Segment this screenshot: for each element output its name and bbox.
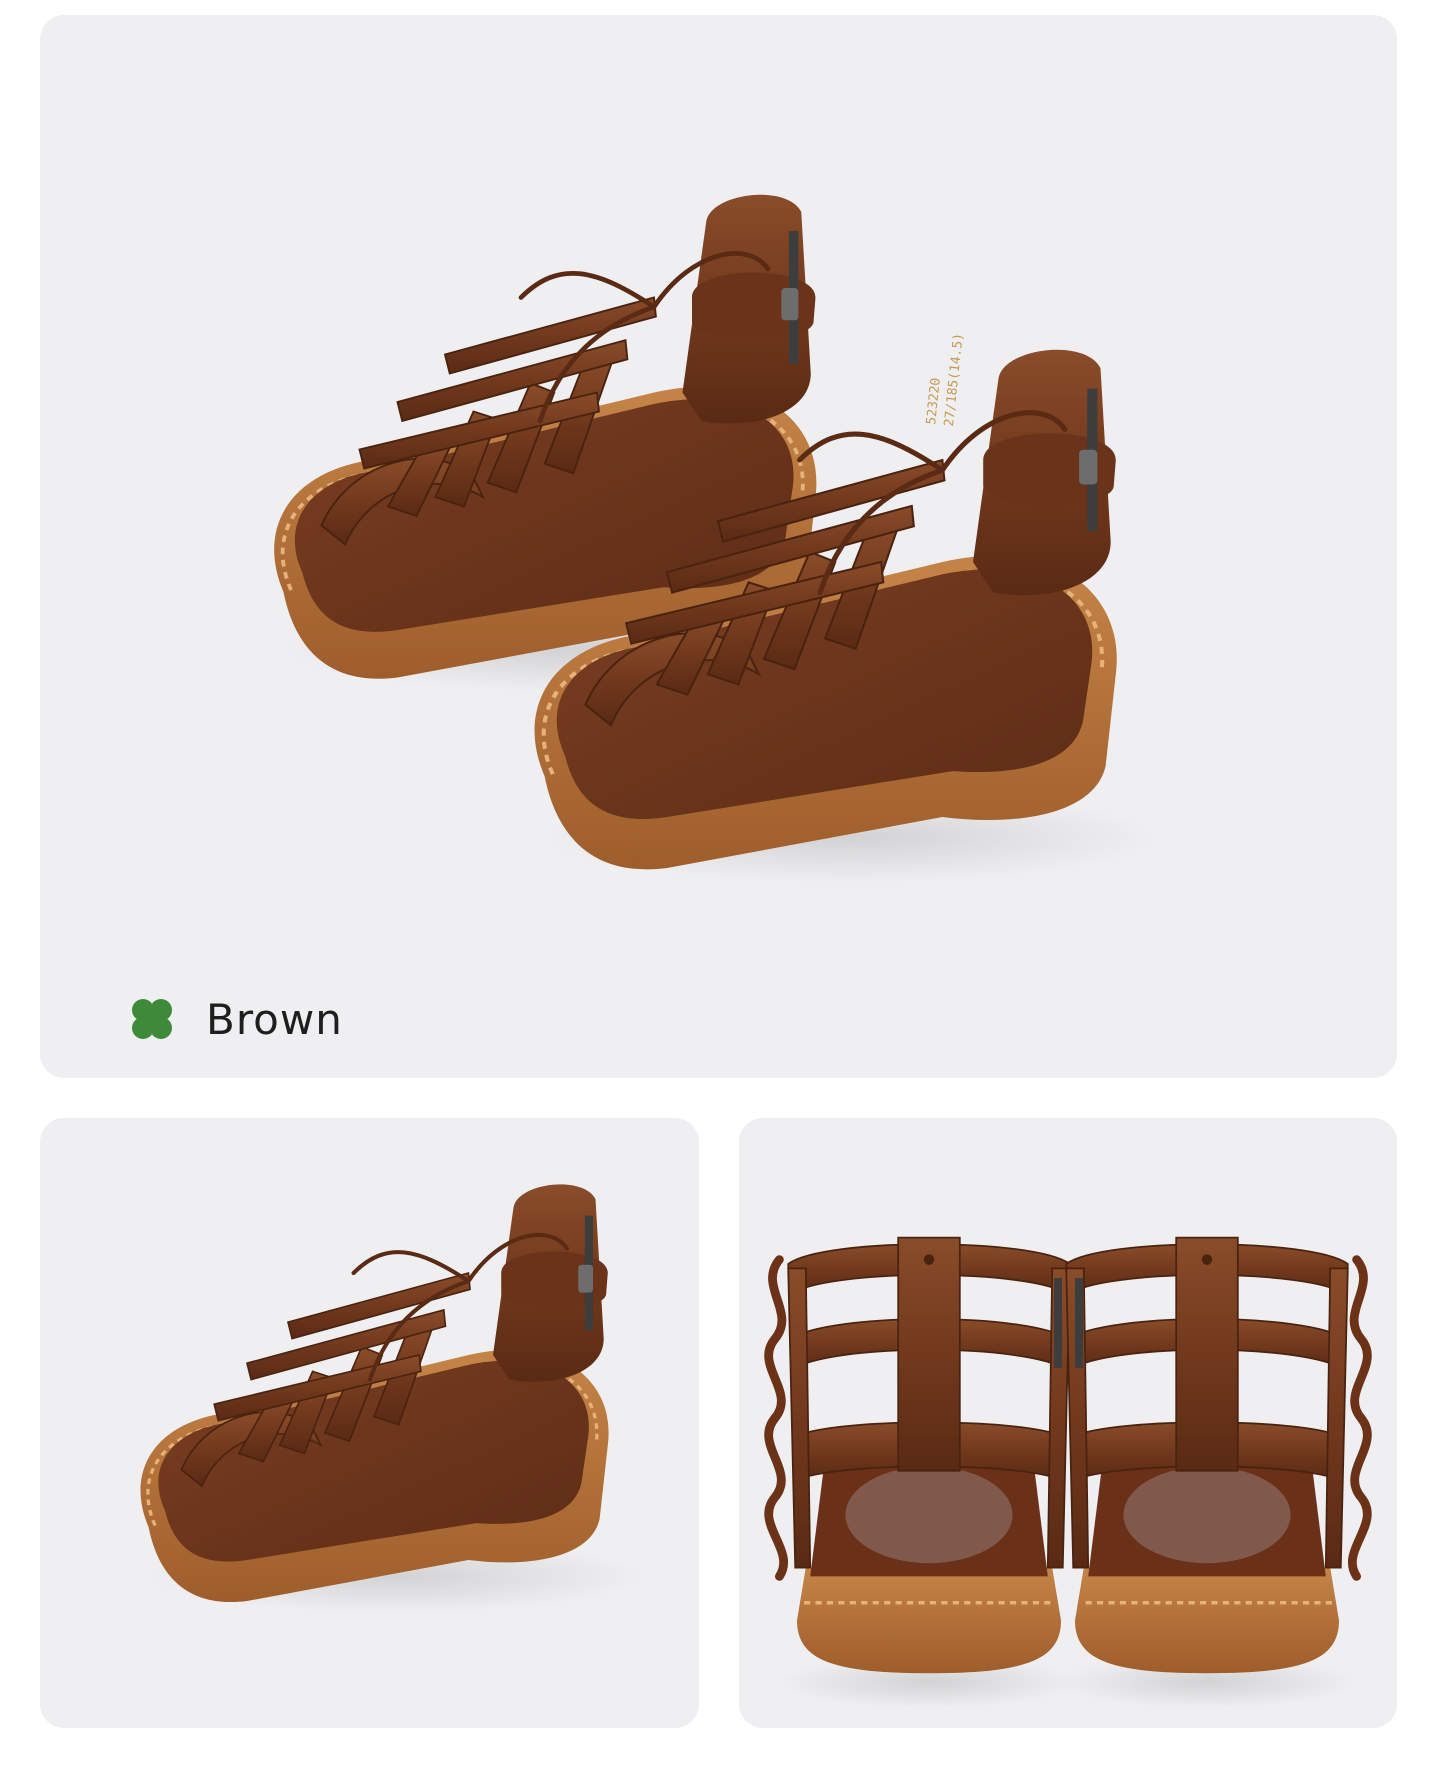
sandal-pair-angled-photo: 523220 27/185(14.5): [40, 15, 1397, 1078]
color-swatch-label: Brown: [122, 987, 343, 1051]
sandal-single-side-photo: [40, 1118, 699, 1728]
sandal-pair-rear-photo: [739, 1118, 1397, 1728]
product-photo-main: 523220 27/185(14.5) Brown: [40, 15, 1397, 1078]
product-photo-rear: [739, 1118, 1397, 1728]
shoe-label-code: 523220: [924, 377, 944, 425]
color-name: Brown: [206, 994, 343, 1044]
clover-icon: [132, 999, 172, 1039]
zipper-icon: [1054, 1278, 1062, 1368]
zipper-icon: [1075, 1278, 1083, 1368]
shoe-label-size: 27/185(14.5): [942, 332, 967, 427]
product-photo-side: [40, 1118, 699, 1728]
